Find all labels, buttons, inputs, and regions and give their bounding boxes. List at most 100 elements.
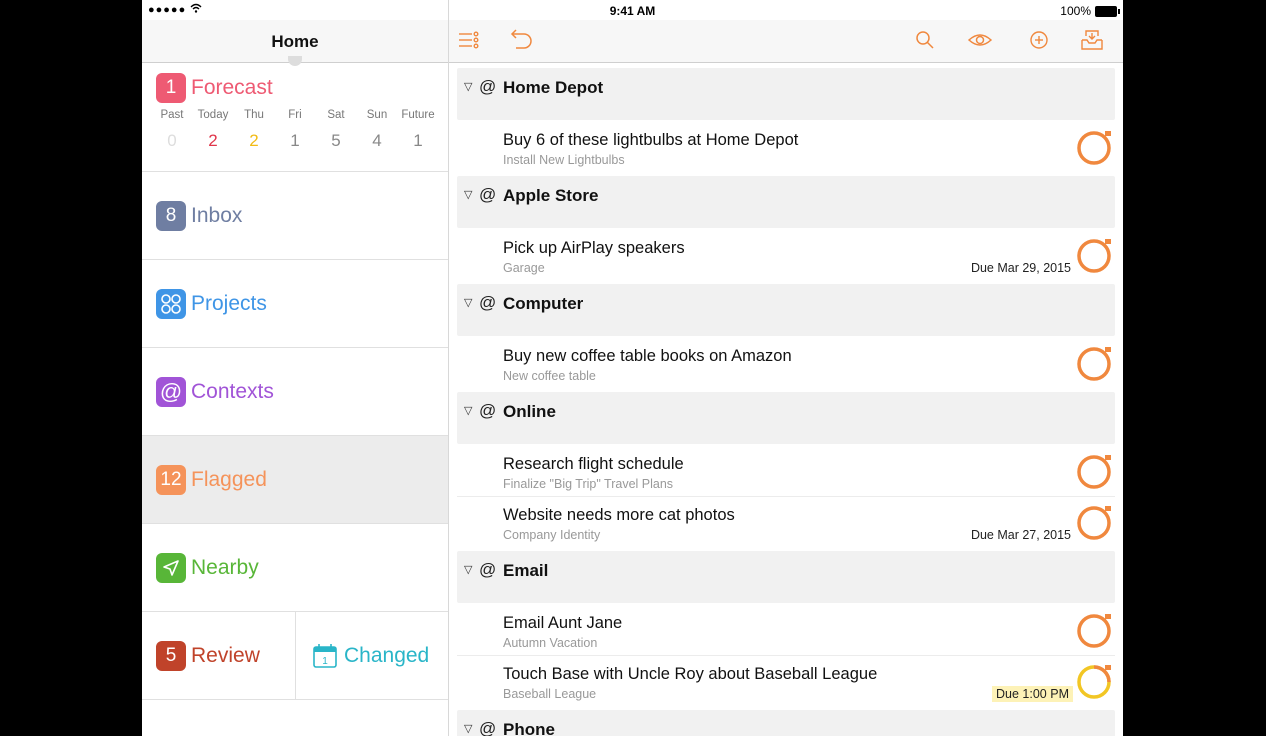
task-title: Pick up AirPlay speakers	[503, 239, 685, 257]
task-row[interactable]: Email Aunt Jane Autumn Vacation	[457, 605, 1115, 656]
context-list: ▽ @ Home Depot Buy 6 of these lightbulbs…	[457, 68, 1115, 736]
task-row[interactable]: Buy 6 of these lightbulbs at Home Depot …	[457, 122, 1115, 176]
context-header[interactable]: ▽ @ Phone	[457, 710, 1115, 736]
sidebar-item-contexts[interactable]: @ Contexts	[142, 348, 448, 436]
projects-icon	[156, 289, 186, 319]
context-name: Home Depot	[503, 78, 604, 97]
disclosure-triangle-icon[interactable]: ▽	[464, 80, 472, 93]
battery-percent: 100%	[1060, 4, 1091, 18]
context-at-icon: @	[479, 185, 497, 204]
location-arrow-icon	[156, 553, 186, 583]
list-settings-icon[interactable]	[457, 28, 481, 57]
task-due-date: Due Mar 29, 2015	[970, 261, 1071, 275]
sidebar-item-flagged[interactable]: 12 Flagged	[142, 436, 448, 524]
task-row[interactable]: Touch Base with Uncle Roy about Baseball…	[457, 656, 1115, 710]
task-project: Baseball League	[503, 687, 597, 701]
review-badge: 5	[156, 641, 186, 671]
perspective-eye-icon[interactable]	[967, 28, 993, 57]
inbox-tray-icon[interactable]	[1079, 28, 1105, 57]
task-status-circle-icon[interactable]	[1076, 503, 1114, 546]
forecast-label: Forecast	[191, 76, 273, 99]
status-bar: ●●●●● 9:41 AM 100%	[142, 0, 1123, 20]
context-at-icon: @	[479, 719, 497, 736]
review-label: Review	[191, 644, 260, 667]
task-due-date: Due Mar 27, 2015	[970, 528, 1071, 542]
task-title: Touch Base with Uncle Roy about Baseball…	[503, 665, 878, 683]
sidebar-item-review[interactable]: 5 Review	[142, 612, 296, 700]
task-status-circle-icon[interactable]	[1076, 128, 1114, 171]
task-title: Buy new coffee table books on Amazon	[503, 347, 792, 365]
context-header[interactable]: ▽ @ Apple Store	[457, 176, 1115, 228]
sidebar-item-projects[interactable]: Projects	[142, 260, 448, 348]
task-row[interactable]: Research flight schedule Finalize "Big T…	[457, 446, 1115, 497]
calendar-icon: 1	[312, 643, 338, 674]
context-at-icon: @	[479, 77, 497, 96]
task-status-circle-icon[interactable]	[1076, 611, 1114, 654]
task-title: Research flight schedule	[503, 455, 684, 473]
calendar-day: 1	[322, 656, 328, 667]
forecast-day-future[interactable]: Future 1	[393, 109, 443, 151]
task-project: Garage	[503, 261, 545, 275]
context-header[interactable]: ▽ @ Online	[457, 392, 1115, 444]
context-header[interactable]: ▽ @ Computer	[457, 284, 1115, 336]
context-name: Apple Store	[503, 186, 599, 205]
task-row[interactable]: Buy new coffee table books on Amazon New…	[457, 338, 1115, 392]
context-name: Phone	[503, 720, 555, 736]
context-header[interactable]: ▽ @ Home Depot	[457, 68, 1115, 120]
forecast-day-count: 1	[413, 131, 423, 150]
task-project: Install New Lightbulbs	[503, 153, 625, 167]
task-row[interactable]: Website needs more cat photos Company Id…	[457, 497, 1115, 551]
sidebar-item-inbox[interactable]: 8 Inbox	[142, 172, 448, 260]
context-header[interactable]: ▽ @ Email	[457, 551, 1115, 603]
battery-icon	[1095, 6, 1120, 18]
task-title: Buy 6 of these lightbulbs at Home Depot	[503, 131, 799, 149]
disclosure-triangle-icon[interactable]: ▽	[464, 404, 472, 417]
task-status-circle-icon[interactable]	[1076, 344, 1114, 387]
disclosure-triangle-icon[interactable]: ▽	[464, 188, 472, 201]
task-row[interactable]: Pick up AirPlay speakers Garage Due Mar …	[457, 230, 1115, 284]
main-pane: ▽ @ Home Depot Buy 6 of these lightbulbs…	[449, 0, 1123, 736]
context-name: Computer	[503, 294, 584, 313]
task-project: New coffee table	[503, 369, 596, 383]
ipad-screen: Home 1 Forecast Past 0 Today 2 Thu 2 Fri 1 S…	[142, 0, 1123, 736]
inbox-badge: 8	[156, 201, 186, 231]
forecast-badge: 1	[156, 73, 186, 103]
task-title: Website needs more cat photos	[503, 506, 735, 524]
disclosure-triangle-icon[interactable]: ▽	[464, 563, 472, 576]
battery-status: 100%	[1060, 4, 1120, 18]
context-name: Online	[503, 402, 556, 421]
task-project: Company Identity	[503, 528, 601, 542]
context-at-icon: @	[479, 293, 497, 312]
search-icon[interactable]	[913, 28, 937, 57]
task-status-circle-icon[interactable]	[1076, 452, 1114, 495]
sidebar: Home 1 Forecast Past 0 Today 2 Thu 2 Fri 1 S…	[142, 0, 449, 736]
task-status-circle-icon[interactable]	[1076, 662, 1114, 705]
undo-icon[interactable]	[507, 28, 535, 57]
sidebar-title: Home	[271, 32, 319, 51]
changed-label: Changed	[344, 644, 430, 667]
context-name: Email	[503, 561, 549, 580]
flagged-badge: 12	[156, 465, 186, 495]
status-time: 9:41 AM	[609, 4, 656, 18]
context-at-icon: @	[479, 401, 497, 420]
projects-label: Projects	[191, 292, 267, 315]
task-project: Autumn Vacation	[503, 636, 598, 650]
add-icon[interactable]	[1027, 28, 1051, 57]
task-project: Finalize "Big Trip" Travel Plans	[503, 477, 674, 491]
sidebar-item-changed[interactable]: 1 Changed	[296, 612, 448, 700]
context-at-icon: @	[479, 560, 497, 579]
sidebar-item-forecast[interactable]: 1 Forecast Past 0 Today 2 Thu 2 Fri 1 Sat 5 S…	[142, 63, 448, 172]
inbox-label: Inbox	[191, 204, 243, 227]
flagged-label: Flagged	[191, 468, 267, 491]
at-sign-icon: @	[156, 377, 186, 407]
nearby-label: Nearby	[191, 556, 259, 579]
disclosure-triangle-icon[interactable]: ▽	[464, 296, 472, 309]
contexts-label: Contexts	[191, 380, 274, 403]
sidebar-item-nearby[interactable]: Nearby	[142, 524, 448, 612]
task-status-circle-icon[interactable]	[1076, 236, 1114, 279]
toolbar	[449, 20, 1123, 63]
task-due-soon: Due 1:00 PM	[992, 686, 1073, 702]
forecast-day-label: Future	[401, 109, 435, 121]
disclosure-triangle-icon[interactable]: ▽	[464, 722, 472, 735]
task-title: Email Aunt Jane	[503, 614, 623, 632]
